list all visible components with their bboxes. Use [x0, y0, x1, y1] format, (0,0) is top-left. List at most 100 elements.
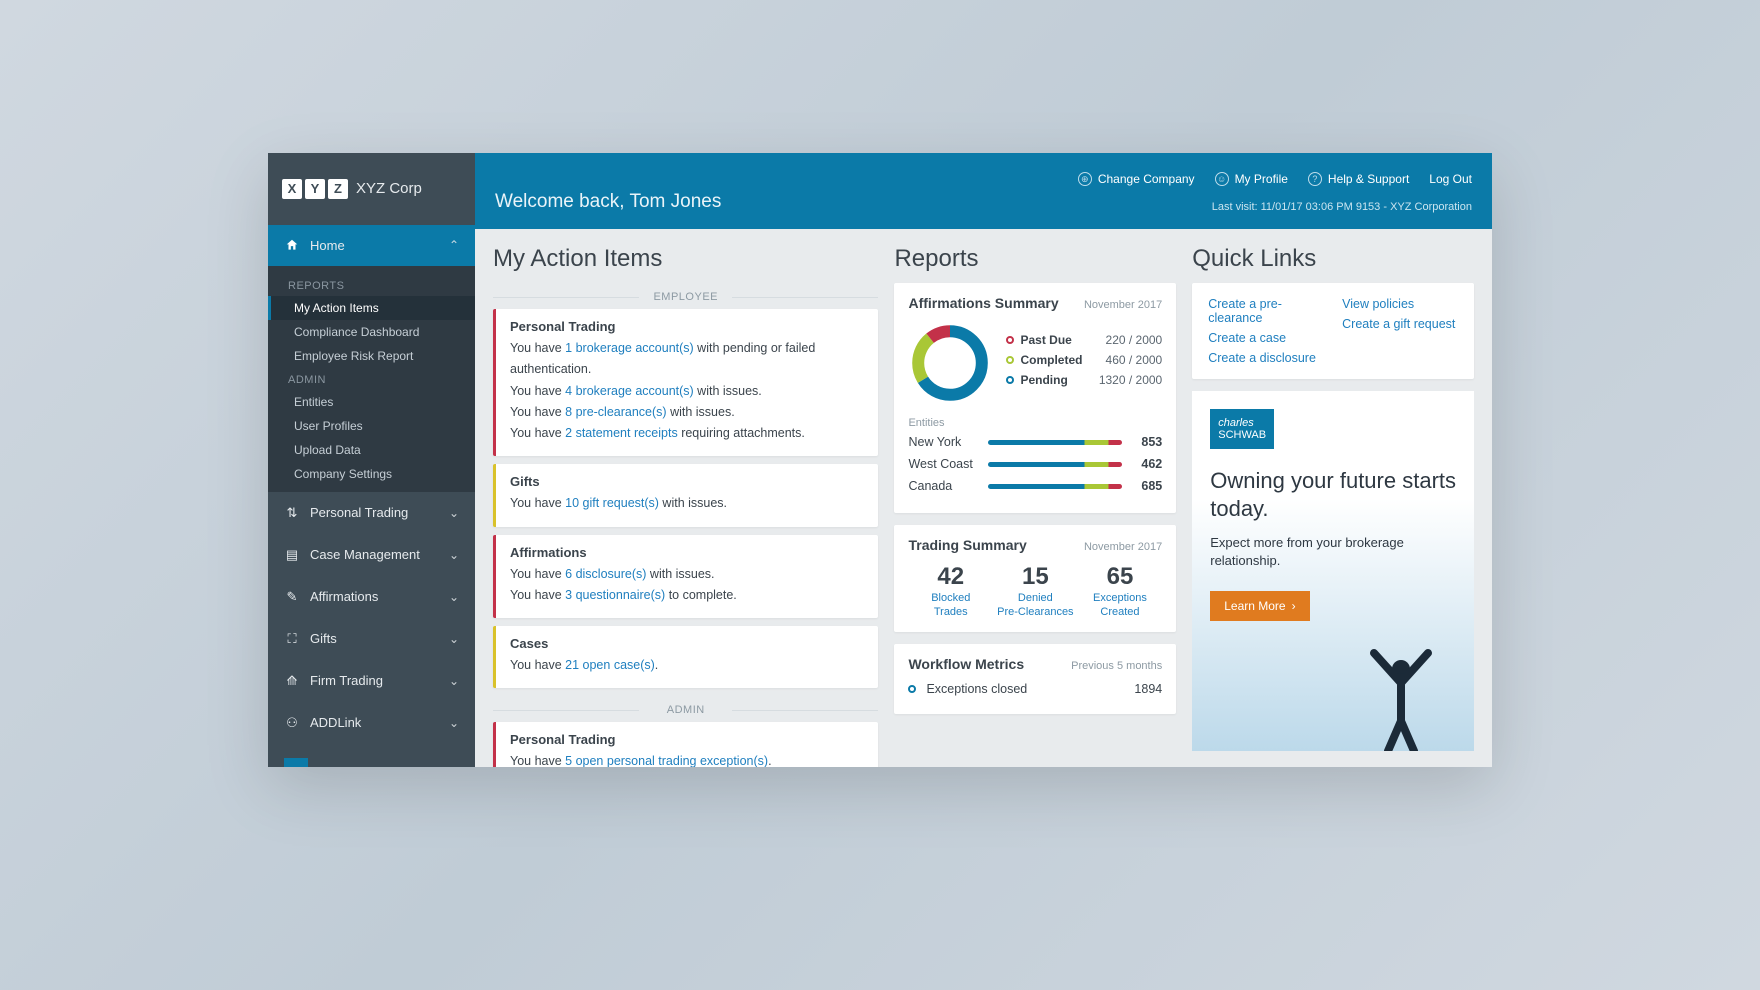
action-link[interactable]: 10 gift request(s) — [565, 496, 659, 510]
sidebar-sub-item[interactable]: Company Settings — [268, 462, 475, 486]
affirmations-summary-panel: Affirmations Summary November 2017 Past … — [894, 283, 1176, 513]
my-profile-link[interactable]: ☺ My Profile — [1215, 172, 1288, 186]
trade-stat-number: 15 — [993, 563, 1078, 591]
chevron-down-icon: ⌄ — [449, 590, 459, 604]
action-card-line: You have 2 statement receipts requiring … — [510, 423, 864, 444]
sidebar-collapse-handle[interactable] — [284, 758, 308, 767]
action-link[interactable]: 4 brokerage account(s) — [565, 384, 694, 398]
nav-item[interactable]: ⛶Gifts⌄ — [268, 618, 475, 660]
nav-sub-header-reports: REPORTS — [268, 274, 475, 296]
legend-label: Past Due — [1020, 333, 1099, 347]
entity-name: New York — [908, 435, 978, 449]
trade-stat[interactable]: 15DeniedPre-Clearances — [993, 563, 1078, 620]
ad-logo: charles SCHWAB — [1210, 409, 1274, 449]
nav-sub-header-admin: ADMIN — [268, 368, 475, 390]
ad-logo-line2: SCHWAB — [1218, 429, 1266, 441]
nav-item-label: Affirmations — [310, 589, 378, 604]
logout-label: Log Out — [1429, 172, 1472, 186]
globe-icon: ⊕ — [1078, 172, 1092, 186]
sidebar-sub-item[interactable]: User Profiles — [268, 414, 475, 438]
workflow-value: 1894 — [1134, 682, 1162, 696]
legend-dot-icon — [908, 685, 916, 693]
nav-icon: ⇅ — [284, 505, 300, 521]
sidebar-sub-item[interactable]: Upload Data — [268, 438, 475, 462]
sidebar-sub-item[interactable]: My Action Items — [268, 296, 475, 320]
nav-item[interactable]: ⇅ Personal Trading ⌄ — [268, 492, 475, 534]
user-icon: ☺ — [1215, 172, 1229, 186]
action-card-line: You have 3 questionnaire(s) to complete. — [510, 585, 864, 606]
action-card-line: You have 21 open case(s). — [510, 655, 864, 676]
legend-dot-icon — [1006, 376, 1014, 384]
trade-stat[interactable]: 42BlockedTrades — [908, 563, 993, 620]
topbar: ⊕ Change Company ☺ My Profile ? Help & S… — [475, 153, 1492, 229]
ad-person-graphic — [1356, 641, 1446, 751]
trading-title: Trading Summary — [908, 537, 1026, 553]
content: My Action Items EMPLOYEE Personal Tradin… — [475, 229, 1492, 767]
affirmations-title: Affirmations Summary — [908, 295, 1058, 311]
reports-column: Reports Affirmations Summary November 20… — [894, 245, 1176, 751]
action-card-line: You have 10 gift request(s) with issues. — [510, 493, 864, 514]
ad-cta-label: Learn More — [1224, 599, 1285, 613]
ad-headline: Owning your future starts today. — [1210, 467, 1456, 522]
nav-item[interactable]: ✎ Affirmations ⌄ — [268, 576, 475, 618]
chevron-down-icon: ⌄ — [449, 632, 459, 646]
sidebar-sub-item[interactable]: Entities — [268, 390, 475, 414]
nav-item[interactable]: ⚇ADDLink⌄ — [268, 702, 475, 744]
nav-item-label: Personal Trading — [310, 505, 408, 520]
affirmations-legend: Past Due220 / 2000Completed460 / 2000Pen… — [1006, 333, 1162, 393]
main: ⊕ Change Company ☺ My Profile ? Help & S… — [475, 153, 1492, 767]
quick-link[interactable]: Create a case — [1208, 331, 1324, 345]
entities-label: Entities — [908, 417, 1162, 429]
action-link[interactable]: 21 open case(s) — [565, 658, 655, 672]
ad-learn-more-button[interactable]: Learn More › — [1210, 591, 1309, 621]
legend-label: Pending — [1020, 373, 1092, 387]
ad-panel: charles SCHWAB Owning your future starts… — [1192, 391, 1474, 751]
nav-home[interactable]: Home ⌃ — [268, 225, 475, 266]
home-icon — [284, 238, 300, 252]
action-link[interactable]: 5 open personal trading exception(s) — [565, 754, 768, 767]
nav-item-label: Case Management — [310, 547, 420, 562]
action-card-title: Affirmations — [510, 545, 864, 560]
quick-link[interactable]: Create a gift request — [1342, 317, 1458, 331]
section-label-employee: EMPLOYEE — [493, 291, 878, 303]
help-link[interactable]: ? Help & Support — [1308, 172, 1409, 186]
trade-stat-label: BlockedTrades — [908, 591, 993, 620]
sidebar-sub-item[interactable]: Compliance Dashboard — [268, 320, 475, 344]
logout-link[interactable]: Log Out — [1429, 172, 1472, 186]
quick-links-column: Quick Links Create a pre-clearanceCreate… — [1192, 245, 1474, 751]
quick-links-panel: Create a pre-clearance Create a case Creat… — [1192, 283, 1474, 379]
action-card: Personal TradingYou have 1 brokerage acc… — [493, 309, 878, 456]
action-card-title: Personal Trading — [510, 319, 864, 334]
nav-item[interactable]: ▤Case Management⌄ — [268, 534, 475, 576]
trade-stat[interactable]: 65ExceptionsCreated — [1078, 563, 1163, 620]
nav-item[interactable]: ⟰Firm Trading⌄ — [268, 660, 475, 702]
affirmations-donut-chart — [908, 321, 992, 405]
action-link[interactable]: 8 pre-clearance(s) — [565, 405, 666, 419]
nav-icon: ✎ — [284, 589, 300, 605]
action-card-line: You have 6 disclosure(s) with issues. — [510, 564, 864, 585]
affirmations-date: November 2017 — [1084, 299, 1162, 311]
action-card-title: Cases — [510, 636, 864, 651]
logo-tile: Y — [305, 179, 325, 199]
entity-value: 685 — [1132, 479, 1162, 493]
action-card-line: You have 4 brokerage account(s) with iss… — [510, 381, 864, 402]
action-link[interactable]: 2 statement receipts — [565, 426, 678, 440]
nav-item-label: Gifts — [310, 631, 337, 646]
action-card-title: Gifts — [510, 474, 864, 489]
action-card-title: Personal Trading — [510, 732, 864, 747]
change-company-link[interactable]: ⊕ Change Company — [1078, 172, 1195, 186]
action-link[interactable]: 1 brokerage account(s) — [565, 341, 694, 355]
logo: XYZ XYZ Corp — [268, 153, 475, 225]
sidebar-sub-item[interactable]: Employee Risk Report — [268, 344, 475, 368]
entity-row: New York853 — [908, 435, 1162, 449]
legend-value: 460 / 2000 — [1106, 353, 1163, 367]
action-link[interactable]: 3 questionnaire(s) — [565, 588, 665, 602]
action-card-line: You have 8 pre-clearance(s) with issues. — [510, 402, 864, 423]
action-link[interactable]: 6 disclosure(s) — [565, 567, 646, 581]
trading-date: November 2017 — [1084, 541, 1162, 553]
quick-link[interactable]: View policies — [1342, 297, 1458, 311]
quick-link[interactable]: Create a disclosure — [1208, 351, 1324, 365]
quick-link[interactable]: Create a pre-clearance — [1208, 297, 1324, 325]
chevron-down-icon: ⌄ — [449, 506, 459, 520]
chevron-up-icon: ⌃ — [449, 238, 459, 252]
